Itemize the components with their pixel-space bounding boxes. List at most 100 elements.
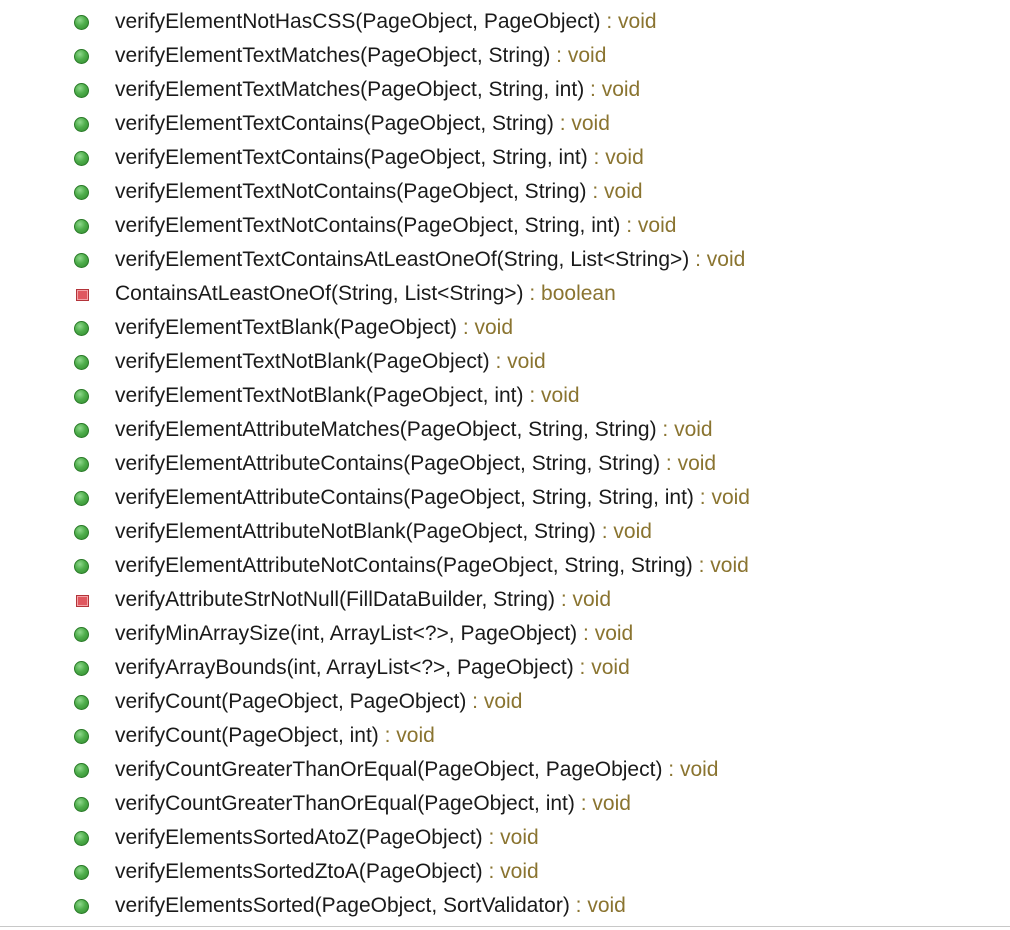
public-method-icon	[74, 899, 89, 914]
method-label: verifyElementsSortedAtoZ(PageObject) : v…	[115, 821, 539, 855]
method-label: verifyMinArraySize(int, ArrayList<?>, Pa…	[115, 617, 633, 651]
method-row[interactable]: verifyCount(PageObject, int) : void	[0, 719, 1010, 753]
method-return-type: : void	[586, 180, 643, 203]
method-signature: verifyCountGreaterThanOrEqual(PageObject…	[115, 758, 663, 781]
private-method-icon	[76, 289, 89, 301]
private-method-icon	[76, 595, 89, 607]
method-return-type: : void	[692, 554, 749, 577]
method-row[interactable]: verifyElementsSortedZtoA(PageObject) : v…	[0, 855, 1010, 889]
method-row[interactable]: verifyCountGreaterThanOrEqual(PageObject…	[0, 787, 1010, 821]
method-row[interactable]: verifyElementTextNotBlank(PageObject) : …	[0, 345, 1010, 379]
method-row[interactable]: verifyElementsSorted(PageObject, SortVal…	[0, 889, 1010, 923]
public-method-icon	[74, 355, 89, 370]
method-signature: verifyElementAttributeContains(PageObjec…	[115, 486, 694, 509]
method-signature: verifyElementAttributeMatches(PageObject…	[115, 418, 657, 441]
method-row[interactable]: ContainsAtLeastOneOf(String, List<String…	[0, 277, 1010, 311]
method-return-type: : void	[693, 486, 750, 509]
method-label: verifyElementTextMatches(PageObject, Str…	[115, 73, 640, 107]
method-label: verifyElementTextContainsAtLeastOneOf(St…	[115, 243, 745, 277]
method-row[interactable]: verifyElementsSortedAtoZ(PageObject) : v…	[0, 821, 1010, 855]
public-method-icon	[74, 729, 89, 744]
method-row[interactable]: verifyElementTextNotContains(PageObject,…	[0, 209, 1010, 243]
method-signature: verifyElementTextNotBlank(PageObject, in…	[115, 384, 524, 407]
method-label: verifyElementTextNotBlank(PageObject) : …	[115, 345, 546, 379]
method-signature: ContainsAtLeastOneOf(String, List<String…	[115, 282, 524, 305]
method-row[interactable]: verifyArrayBounds(int, ArrayList<?>, Pag…	[0, 651, 1010, 685]
method-signature: verifyElementAttributeContains(PageObjec…	[115, 452, 661, 475]
method-label: verifyElementAttributeContains(PageObjec…	[115, 447, 716, 481]
method-row[interactable]: verifyCount(PageObject, PageObject) : vo…	[0, 685, 1010, 719]
public-method-icon	[74, 865, 89, 880]
method-label: verifyElementTextBlank(PageObject) : voi…	[115, 311, 513, 345]
public-method-icon	[74, 389, 89, 404]
method-row[interactable]: verifyElementTextBlank(PageObject) : voi…	[0, 311, 1010, 345]
method-label: verifyElementAttributeMatches(PageObject…	[115, 413, 713, 447]
method-return-type: : void	[660, 452, 717, 475]
public-method-icon	[74, 661, 89, 676]
method-signature: verifyElementTextContainsAtLeastOneOf(St…	[115, 248, 690, 271]
method-return-type: : void	[550, 44, 607, 67]
method-row[interactable]: verifyCountGreaterThanOrEqual(PageObject…	[0, 753, 1010, 787]
method-return-type: : void	[689, 248, 746, 271]
method-return-type: : boolean	[523, 282, 616, 305]
method-label: verifyElementTextNotContains(PageObject,…	[115, 209, 676, 243]
method-row[interactable]: verifyElementAttributeMatches(PageObject…	[0, 413, 1010, 447]
method-row[interactable]: verifyAttributeStrNotNull(FillDataBuilde…	[0, 583, 1010, 617]
method-signature: verifyElementTextNotContains(PageObject,…	[115, 214, 621, 237]
method-row[interactable]: verifyElementTextMatches(PageObject, Str…	[0, 39, 1010, 73]
public-method-icon	[74, 117, 89, 132]
method-label: verifyElementNotHasCSS(PageObject, PageO…	[115, 5, 657, 39]
method-label: verifyElementTextContains(PageObject, St…	[115, 141, 644, 175]
method-label: verifyElementTextContains(PageObject, St…	[115, 107, 610, 141]
method-signature: verifyArrayBounds(int, ArrayList<?>, Pag…	[115, 656, 574, 679]
method-row[interactable]: verifyElementNotHasCSS(PageObject, PageO…	[0, 5, 1010, 39]
method-row[interactable]: verifyElementTextContains(PageObject, St…	[0, 141, 1010, 175]
public-method-icon	[74, 831, 89, 846]
public-method-icon	[74, 491, 89, 506]
method-row[interactable]: verifyElementAttributeNotBlank(PageObjec…	[0, 515, 1010, 549]
method-signature: verifyElementsSorted(PageObject, SortVal…	[115, 894, 570, 917]
method-signature: verifyCountGreaterThanOrEqual(PageObject…	[115, 792, 575, 815]
method-return-type: : void	[574, 792, 631, 815]
method-return-type: : void	[584, 78, 641, 101]
public-method-icon	[74, 15, 89, 30]
method-signature: verifyElementTextMatches(PageObject, Str…	[115, 78, 585, 101]
method-return-type: : void	[656, 418, 713, 441]
method-label: verifyElementTextNotBlank(PageObject, in…	[115, 379, 580, 413]
method-return-type: : void	[573, 656, 630, 679]
public-method-icon	[74, 151, 89, 166]
method-row[interactable]: verifyElementAttributeContains(PageObjec…	[0, 481, 1010, 515]
method-signature: verifyElementAttributeNotBlank(PageObjec…	[115, 520, 596, 543]
method-signature: verifyElementTextContains(PageObject, St…	[115, 146, 588, 169]
method-row[interactable]: verifyElementTextNotBlank(PageObject, in…	[0, 379, 1010, 413]
method-label: verifyCountGreaterThanOrEqual(PageObject…	[115, 787, 631, 821]
public-method-icon	[74, 559, 89, 574]
method-return-type: : void	[456, 316, 514, 339]
method-signature: verifyElementAttributeNotContains(PageOb…	[115, 554, 693, 577]
public-method-icon	[74, 219, 89, 234]
method-signature: verifyCount(PageObject, int)	[115, 724, 379, 747]
method-return-type: : void	[553, 112, 610, 135]
method-row[interactable]: verifyElementAttributeNotContains(PageOb…	[0, 549, 1010, 583]
method-signature: verifyElementTextNotBlank(PageObject)	[115, 350, 490, 373]
method-label: verifyAttributeStrNotNull(FillDataBuilde…	[115, 583, 611, 617]
method-row[interactable]: verifyElementTextContains(PageObject, St…	[0, 107, 1010, 141]
method-return-type: : void	[489, 350, 546, 373]
public-method-icon	[74, 83, 89, 98]
public-method-icon	[74, 423, 89, 438]
method-return-type: : void	[482, 826, 539, 849]
method-row[interactable]: verifyElementTextContainsAtLeastOneOf(St…	[0, 243, 1010, 277]
public-method-icon	[74, 763, 89, 778]
method-return-type: : void	[554, 588, 612, 611]
method-row[interactable]: verifyElementTextNotContains(PageObject,…	[0, 175, 1010, 209]
method-return-type: : void	[662, 758, 719, 781]
method-return-type: : void	[569, 894, 626, 917]
method-return-type: : void	[482, 860, 539, 883]
public-method-icon	[74, 525, 89, 540]
method-row[interactable]: verifyElementTextMatches(PageObject, Str…	[0, 73, 1010, 107]
method-signature: verifyAttributeStrNotNull(FillDataBuilde…	[115, 588, 555, 611]
outline-method-list: verifyElementNotHasCSS(PageObject, PageO…	[0, 5, 1010, 923]
method-row[interactable]: verifyMinArraySize(int, ArrayList<?>, Pa…	[0, 617, 1010, 651]
method-row[interactable]: verifyElementAttributeContains(PageObjec…	[0, 447, 1010, 481]
method-label: verifyElementAttributeNotContains(PageOb…	[115, 549, 749, 583]
